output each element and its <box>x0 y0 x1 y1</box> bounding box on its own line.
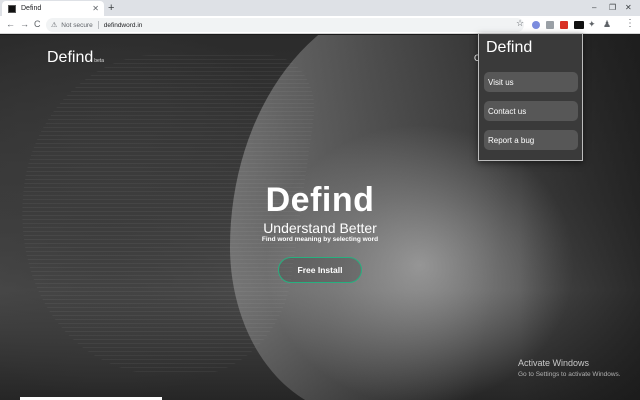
address-bar[interactable]: ⚠ Not secure defindword.in <box>46 18 524 32</box>
extension-2-icon[interactable] <box>546 21 554 29</box>
close-window-button[interactable]: ✕ <box>625 2 632 13</box>
tab-close-icon[interactable]: ✕ <box>92 4 99 13</box>
reload-icon[interactable]: C <box>34 19 41 30</box>
extension-1-icon[interactable] <box>532 21 540 29</box>
tab-defind[interactable]: Defind ✕ <box>2 1 104 16</box>
url-text[interactable]: defindword.in <box>104 22 143 29</box>
back-icon[interactable]: ← <box>6 19 15 30</box>
minimize-button[interactable]: – <box>592 2 596 13</box>
activate-windows-title: Activate Windows <box>518 358 590 368</box>
browser-toolbar: ← → C ⚠ Not secure defindword.in ☆ ✦ ♟ ⋮ <box>0 16 640 34</box>
tab-title: Defind <box>21 5 42 12</box>
url-separator <box>97 21 99 29</box>
hero-title: Defind <box>265 181 375 219</box>
site-logo-text: Defind <box>47 49 94 66</box>
bookmark-star-icon[interactable]: ☆ <box>516 18 524 29</box>
activate-windows-subtitle: Go to Settings to activate Windows. <box>518 371 621 378</box>
new-tab-button[interactable]: + <box>108 2 114 14</box>
popup-title: Defind <box>486 39 533 56</box>
popup-report-bug[interactable]: Report a bug <box>484 130 578 150</box>
extensions-puzzle-icon[interactable]: ✦ <box>588 19 596 30</box>
maximize-button[interactable]: ❐ <box>609 2 616 13</box>
free-install-button[interactable]: Free Install <box>278 257 362 283</box>
beta-badge: beta <box>94 58 104 64</box>
extension-icons <box>532 20 590 30</box>
browser-menu-icon[interactable]: ⋮ <box>625 18 635 29</box>
forward-icon[interactable]: → <box>20 19 29 30</box>
security-status[interactable]: Not secure <box>61 22 92 29</box>
site-logo[interactable]: Defindbeta <box>47 49 104 70</box>
hero-tagline: Find word meaning by selecting word <box>261 236 379 243</box>
warning-icon[interactable]: ⚠ <box>51 21 57 29</box>
hero-subtitle: Understand Better <box>263 220 377 236</box>
profile-icon[interactable]: ♟ <box>603 19 611 30</box>
extension-3-icon[interactable] <box>560 21 568 29</box>
popup-contact-us[interactable]: Contact us <box>484 101 578 121</box>
defind-extension-icon[interactable] <box>574 21 584 29</box>
defind-favicon-icon <box>8 4 16 13</box>
popup-visit-us[interactable]: Visit us <box>484 72 578 92</box>
tab-strip: Defind ✕ + – ❐ ✕ <box>0 0 640 16</box>
extension-popup: Defind Visit us Contact us Report a bug <box>478 33 583 161</box>
